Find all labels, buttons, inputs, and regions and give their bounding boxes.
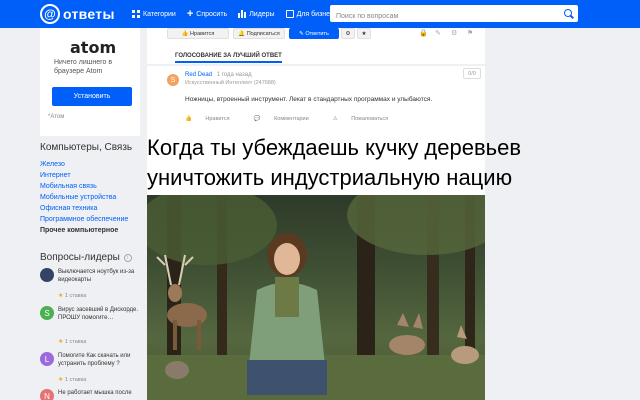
vote-area: ГОЛОСОВАНИЕ ЗА ЛУЧШИЙ ОТВЕТ [147, 40, 485, 64]
answer-card: S Red Dead 1 года назад Искусственный Ин… [147, 66, 485, 130]
meme-line-1: Когда ты убеждаешь кучку деревьев [147, 135, 522, 160]
leader-meta: ★ 1 ставка [58, 292, 86, 299]
share-icon: ⚙ [345, 30, 351, 37]
leader-meta-text: 1 ставка [64, 377, 87, 383]
pencil-icon: ✎ [299, 30, 304, 37]
category-link[interactable]: Интернет [40, 170, 128, 181]
leader-meta: ★ 1 ставка [58, 376, 86, 383]
answer-rank: Искусственный Интеллект (247688) [185, 80, 276, 86]
chart-icon [238, 10, 247, 18]
leader-question[interactable]: Не работает мышка после [58, 389, 140, 397]
main-nav: Категории + Спросить Лидеры Для бизнеса [132, 0, 348, 28]
bell-icon: 🔔 [238, 30, 246, 37]
atom-logo: atom [70, 38, 117, 57]
logo-text: ответы [63, 6, 115, 22]
tab-vote-best-answer[interactable]: ГОЛОСОВАНИЕ ЗА ЛУЧШИЙ ОТВЕТ [175, 53, 282, 63]
answer-button[interactable]: ✎ Ответить [289, 28, 339, 39]
subscribe-button[interactable]: 🔔 Подписаться [233, 28, 285, 39]
star-icon: ★ [58, 339, 64, 345]
star-icon: ★ [58, 293, 64, 299]
avatar [40, 268, 54, 282]
category-current[interactable]: Прочее компьютерное [40, 225, 128, 236]
top-bar: @ ответы Категории + Спросить Лидеры Для… [0, 0, 640, 28]
category-link[interactable]: Офисная техника [40, 203, 128, 214]
search-icon[interactable] [563, 8, 574, 19]
avatar: N [40, 389, 54, 400]
comment-icon: 💬 [253, 116, 261, 122]
leader-meta: ★ 1 ставка [58, 338, 86, 345]
briefcase-icon [285, 10, 294, 18]
leader-question[interactable]: Помогите Как скачать или устранить пробл… [58, 352, 140, 368]
answer-author[interactable]: Red Dead [185, 72, 212, 78]
answer-header: Red Dead 1 года назад [185, 72, 252, 78]
share-button[interactable]: ⚙ [341, 28, 355, 39]
at-logo-icon: @ [40, 4, 60, 24]
avatar: L [40, 352, 54, 366]
leader-question[interactable]: Вирус засевший в Дискорде. ПРОШУ помогит… [58, 306, 140, 322]
ad-text: Ничего лишнего в браузере Atom [54, 59, 113, 75]
category-list: Железо Интернет Мобильная связь Мобильны… [40, 159, 128, 236]
star-icon: ★ [361, 30, 367, 37]
info-icon[interactable]: i [123, 253, 132, 262]
avatar[interactable]: S [167, 74, 179, 86]
settings-icon[interactable]: ⚙ [451, 29, 457, 37]
like-button[interactable]: 👍 Нравится [167, 28, 229, 39]
forest-scene-illustration [147, 195, 485, 400]
plus-icon: + [186, 8, 194, 20]
nav-ask-label: Спросить [196, 10, 228, 18]
avatar: S [40, 306, 54, 320]
nav-ask[interactable]: + Спросить [186, 8, 228, 20]
answer-score: 0/0 [463, 68, 481, 79]
answer-comments-label: Комментарии [274, 116, 309, 122]
grid-icon [132, 10, 140, 18]
leaders-title: Вопросы-лидеры i [40, 252, 132, 263]
nav-categories[interactable]: Категории [132, 10, 176, 18]
answer-label: Ответить [305, 30, 329, 37]
category-link[interactable]: Программное обеспечение [40, 214, 128, 225]
answer-text: Ножницы, втроенный инструмент. Лекат в с… [185, 96, 433, 103]
question-toolbar: 👍 Нравится 🔔 Подписаться ✎ Ответить ⚙ ★ … [147, 28, 485, 40]
answer-like[interactable]: 👍 Нравится [185, 116, 242, 122]
leaders-title-text: Вопросы-лидеры [40, 252, 120, 263]
nav-leaders[interactable]: Лидеры [238, 10, 275, 18]
thumb-up-icon: 👍 [181, 30, 189, 37]
meme-caption: Когда ты убеждаешь кучку деревьев уничто… [147, 130, 522, 195]
answer-comments[interactable]: 💬 Комментарии [254, 116, 321, 122]
leader-question[interactable]: Выключается ноутбук из-за видеокарты [58, 268, 140, 284]
ad-caption: *Атом [48, 114, 65, 120]
nav-leaders-label: Лидеры [249, 10, 275, 18]
search-box [330, 5, 578, 25]
lock-icon[interactable]: 🔒 [419, 29, 428, 37]
forest-photo [147, 195, 485, 400]
category-link[interactable]: Железо [40, 159, 128, 170]
favorite-button[interactable]: ★ [357, 28, 371, 39]
search-input[interactable] [330, 8, 555, 25]
right-background [485, 28, 640, 400]
category-link[interactable]: Мобильная связь [40, 181, 128, 192]
report-icon: ⚠ [332, 116, 338, 122]
star-icon: ★ [58, 377, 64, 383]
answer-report-label: Пожаловаться [351, 116, 389, 122]
edit-icon[interactable]: ✎ [435, 29, 441, 37]
nav-categories-label: Категории [143, 10, 176, 18]
subscribe-label: Подписаться [246, 30, 280, 37]
category-title[interactable]: Компьютеры, Связь [40, 142, 132, 153]
answer-time: 1 года назад [216, 72, 252, 78]
category-link[interactable]: Мобильные устройства [40, 192, 128, 203]
meme-line-2: уничтожить индустриальную нацию [147, 165, 513, 190]
install-button[interactable]: Установить [52, 87, 132, 106]
leader-meta-text: 1 ставка [64, 339, 87, 345]
leader-meta-text: 1 ставка [64, 293, 87, 299]
answer-actions: 👍 Нравится 💬 Комментарии ⚠ Пожаловаться [185, 116, 412, 122]
flag-icon[interactable]: ⚑ [467, 29, 473, 37]
like-label: Нравится [190, 30, 215, 37]
answer-report[interactable]: ⚠ Пожаловаться [333, 116, 400, 122]
meme-image: Когда ты убеждаешь кучку деревьев уничто… [147, 130, 522, 400]
thumb-up-icon: 👍 [185, 116, 192, 122]
answer-like-label: Нравится [205, 116, 230, 122]
logo[interactable]: @ ответы [40, 4, 115, 24]
